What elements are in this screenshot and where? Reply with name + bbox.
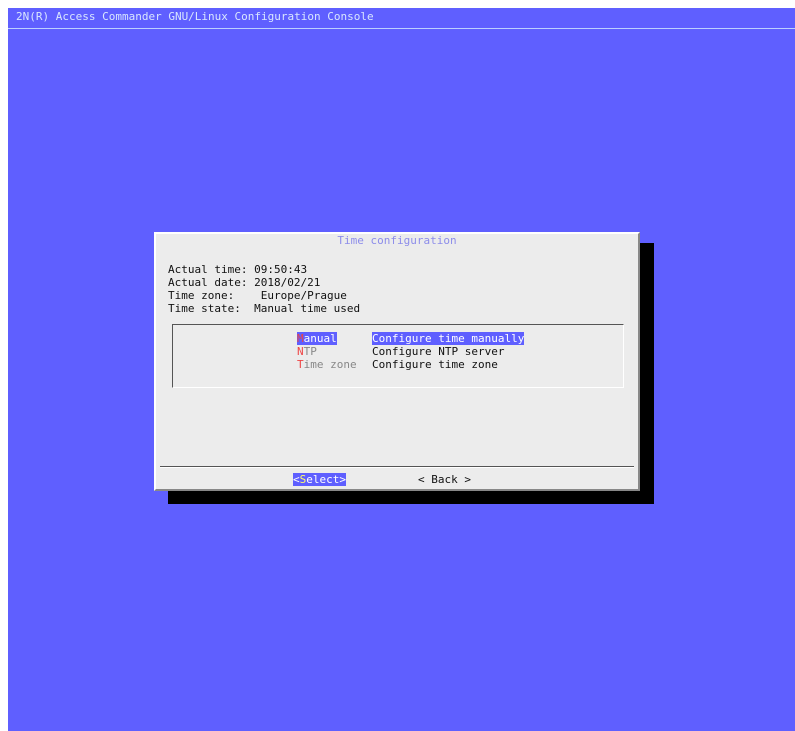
- select-open: <: [293, 473, 300, 486]
- menu-tag: Time zone: [297, 358, 372, 371]
- info-label: Time state:: [168, 302, 241, 315]
- menu-tag-rest: ime zone: [303, 358, 357, 371]
- menu-list: Manual Configure time manually NTP Confi…: [297, 332, 525, 371]
- info-value: Europe/Prague: [260, 289, 347, 302]
- title-divider: [8, 28, 795, 29]
- info-row-timezone: Time zone: Europe/Prague: [168, 289, 360, 302]
- button-bar: <Select> < Back >: [156, 473, 638, 487]
- menu-tag-rest: TP: [303, 345, 317, 358]
- info-value: 2018/02/21: [254, 276, 321, 289]
- info-label: Actual date:: [168, 276, 248, 289]
- info-row-date: Actual date: 2018/02/21: [168, 276, 360, 289]
- back-button[interactable]: < Back >: [418, 473, 471, 486]
- hotkey: N: [297, 345, 304, 358]
- time-info: Actual time: 09:50:43 Actual date: 2018/…: [168, 263, 360, 315]
- menu-description: Configure NTP server: [372, 345, 505, 358]
- menu-tag: Manual: [297, 332, 372, 345]
- info-label: Time zone:: [168, 289, 235, 302]
- info-value: Manual time used: [254, 302, 361, 315]
- menu-tag-rest: anual: [303, 332, 337, 345]
- hotkey: T: [297, 358, 304, 371]
- menu-description: Configure time manually: [372, 332, 525, 345]
- info-row-time: Actual time: 09:50:43: [168, 263, 360, 276]
- info-row-state: Time state: Manual time used: [168, 302, 360, 315]
- dialog-title: Time configuration: [156, 234, 638, 247]
- menu-item-ntp[interactable]: NTP Configure NTP server: [297, 345, 524, 358]
- menu-tag: NTP: [297, 345, 372, 358]
- info-label: Actual time:: [168, 263, 248, 276]
- select-rest: elect>: [306, 473, 346, 486]
- dialog-title-text: Time configuration: [334, 234, 460, 247]
- menu-item-time-zone[interactable]: Time zone Configure time zone: [297, 358, 524, 371]
- console-screen: 2N(R) Access Commander GNU/Linux Configu…: [8, 8, 795, 731]
- hotkey: M: [297, 332, 304, 345]
- menu-box: Manual Configure time manually NTP Confi…: [172, 324, 624, 388]
- button-bar-divider-highlight: [160, 467, 634, 468]
- time-configuration-dialog: Time configuration Actual time: 09:50:43…: [154, 232, 640, 491]
- select-button[interactable]: <Select>: [293, 473, 346, 486]
- console-title: 2N(R) Access Commander GNU/Linux Configu…: [16, 10, 374, 23]
- menu-description: Configure time zone: [372, 358, 498, 371]
- menu-item-manual[interactable]: Manual Configure time manually: [297, 332, 525, 345]
- info-value: 09:50:43: [254, 263, 308, 276]
